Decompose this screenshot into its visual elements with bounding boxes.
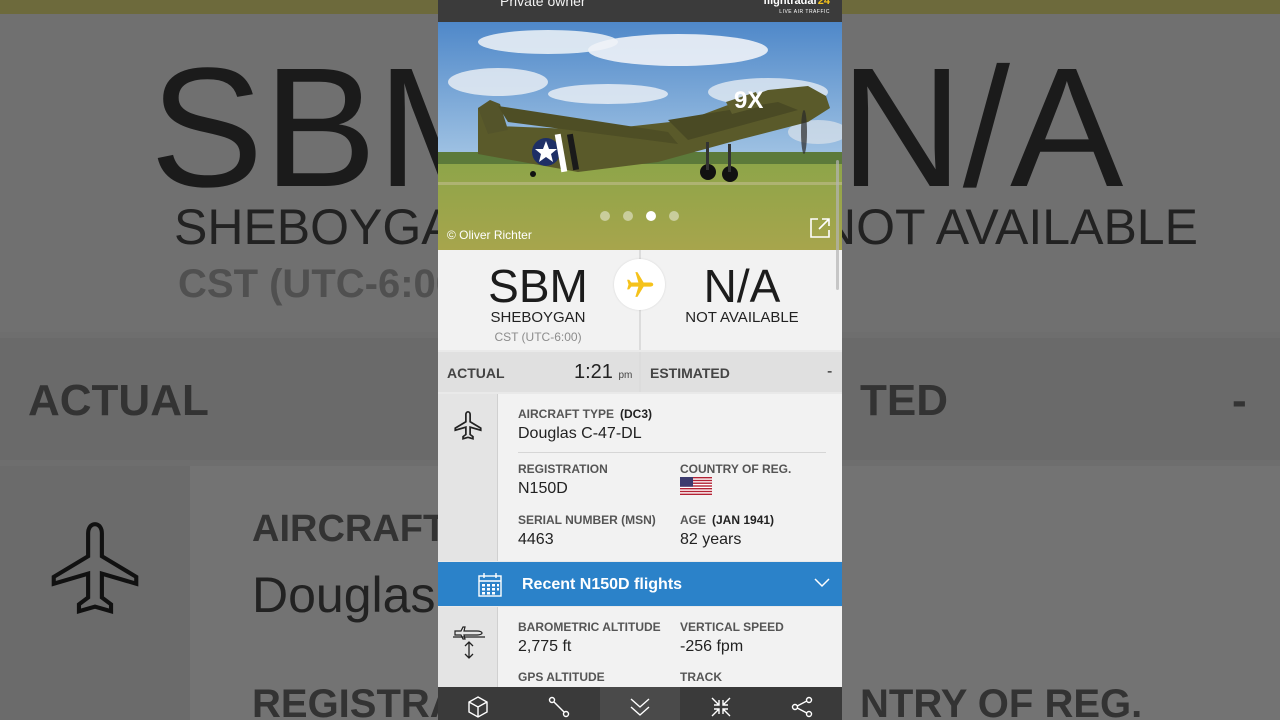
origin-city: SHEBOYGAN bbox=[490, 309, 586, 326]
actual-suffix: pm bbox=[618, 370, 633, 381]
baro-altitude-label: BAROMETRIC ALTITUDE bbox=[518, 620, 661, 634]
serial-label: SERIAL NUMBER (MSN) bbox=[518, 513, 656, 527]
logo-text: flightradar bbox=[763, 0, 818, 7]
route-icon bbox=[548, 696, 570, 718]
age-value: 82 years bbox=[680, 531, 742, 548]
vertical-speed-label: VERTICAL SPEED bbox=[680, 620, 784, 634]
age-label: AGE (JAN 1941) bbox=[680, 513, 774, 527]
aircraft-type-code: (DC3) bbox=[620, 407, 652, 421]
altitude-icon bbox=[453, 626, 485, 659]
bg-text-actual: ACTUAL bbox=[28, 376, 209, 425]
vertical-speed-value: -256 fpm bbox=[680, 638, 744, 655]
age-date: (JAN 1941) bbox=[712, 513, 775, 527]
origin-code: SBM bbox=[488, 260, 588, 312]
aircraft-type-value: Douglas C-47-DL bbox=[518, 425, 642, 442]
actual-time: 1:21 bbox=[574, 361, 613, 383]
airplane-icon bbox=[627, 272, 654, 297]
aircraft-info-section: AIRCRAFT TYPE (DC3) Douglas C-47-DL REGIS… bbox=[438, 394, 842, 561]
bg-text-dash: - bbox=[1232, 376, 1247, 425]
baro-altitude-value: 2,775 ft bbox=[518, 638, 572, 655]
tail-marking: 9X bbox=[734, 87, 763, 114]
actual-label: ACTUAL bbox=[447, 365, 505, 381]
destination-code: N/A bbox=[703, 260, 781, 312]
altitude-section: BAROMETRIC ALTITUDE 2,775 ft VERTICAL SP… bbox=[438, 607, 842, 687]
recent-flights-label: Recent N150D flights bbox=[522, 576, 683, 593]
owner-label: Private owner bbox=[500, 0, 586, 9]
bg-text-country: NTRY OF REG. bbox=[860, 682, 1143, 720]
chevron-double-down-icon bbox=[630, 698, 650, 716]
share-button[interactable] bbox=[762, 687, 842, 720]
calendar-icon bbox=[478, 573, 502, 597]
origin-timezone: CST (UTC-6:00) bbox=[494, 330, 582, 344]
logo-subtitle: LIVE AIR TRAFFIC bbox=[779, 9, 830, 15]
photo-dot-1[interactable] bbox=[600, 211, 610, 221]
bg-text-registration: REGISTRA bbox=[252, 682, 459, 720]
registration-label: REGISTRATION bbox=[518, 462, 608, 476]
scrollbar[interactable] bbox=[836, 160, 839, 290]
us-flag-icon bbox=[680, 477, 712, 495]
serial-value: 4463 bbox=[518, 531, 554, 548]
bg-text-destination: N/A bbox=[840, 33, 1124, 223]
departure-times: ACTUAL 1:21 pm ESTIMATED - bbox=[438, 352, 842, 392]
route-plane-badge bbox=[614, 259, 665, 310]
aircraft-icon bbox=[454, 410, 482, 440]
flight-details-panel: Private owner flightradar24 LIVE AIR TRA… bbox=[438, 0, 842, 720]
share-icon bbox=[791, 696, 813, 718]
3d-view-button[interactable] bbox=[438, 687, 518, 720]
bg-text-douglas: Douglas bbox=[252, 567, 436, 623]
aircraft-type-label-text: AIRCRAFT TYPE bbox=[518, 407, 614, 421]
bg-text-aircraft: AIRCRAFT bbox=[252, 508, 447, 550]
aircraft-photo-image: 9X bbox=[438, 22, 842, 250]
bg-text-estimated: TED bbox=[860, 376, 948, 425]
fullscreen-exit-button[interactable] bbox=[681, 687, 761, 720]
app-logo: flightradar24 LIVE AIR TRAFFIC bbox=[763, 0, 830, 18]
country-label: COUNTRY OF REG. bbox=[680, 462, 792, 476]
estimated-time-cell: ESTIMATED - bbox=[641, 352, 842, 392]
aircraft-photo[interactable]: 9X © Oliver Richter bbox=[438, 22, 842, 250]
aircraft-icon-column bbox=[438, 394, 498, 561]
collapse-panel-button[interactable] bbox=[600, 687, 680, 720]
logo-number: 24 bbox=[817, 0, 830, 7]
photo-dot-4[interactable] bbox=[669, 211, 679, 221]
collapse-icon bbox=[711, 697, 731, 717]
route-summary: SBM SHEBOYGAN CST (UTC-6:00) N/A NOT AVA… bbox=[438, 250, 842, 350]
bg-plane-icon bbox=[51, 522, 139, 614]
estimated-label: ESTIMATED bbox=[650, 365, 730, 381]
open-external-icon[interactable] bbox=[808, 216, 832, 240]
route-button[interactable] bbox=[519, 687, 599, 720]
bg-text-na: NOT AVAILABLE bbox=[820, 199, 1198, 255]
age-label-text: AGE bbox=[680, 513, 707, 527]
actual-time-cell: ACTUAL 1:21 pm bbox=[438, 352, 639, 392]
photo-credit: © Oliver Richter bbox=[447, 228, 532, 242]
chevron-down-icon bbox=[814, 578, 830, 588]
track-label: TRACK bbox=[680, 670, 722, 684]
top-bar: Private owner flightradar24 LIVE AIR TRA… bbox=[438, 0, 842, 22]
altitude-icon-column bbox=[438, 607, 498, 687]
photo-dot-2[interactable] bbox=[623, 211, 633, 221]
actual-value: 1:21 pm bbox=[574, 361, 632, 384]
bottom-toolbar bbox=[438, 687, 842, 720]
aircraft-type-label: AIRCRAFT TYPE (DC3) bbox=[518, 407, 652, 421]
recent-flights-button[interactable]: Recent N150D flights bbox=[438, 562, 842, 606]
bg-text-tz: CST (UTC-6:00 bbox=[178, 262, 459, 306]
destination-city: NOT AVAILABLE bbox=[685, 309, 799, 326]
cube-icon bbox=[468, 696, 488, 718]
registration-value: N150D bbox=[518, 480, 568, 497]
photo-dot-3[interactable] bbox=[646, 211, 656, 221]
gps-altitude-label: GPS ALTITUDE bbox=[518, 670, 605, 684]
estimated-value: - bbox=[827, 363, 833, 380]
